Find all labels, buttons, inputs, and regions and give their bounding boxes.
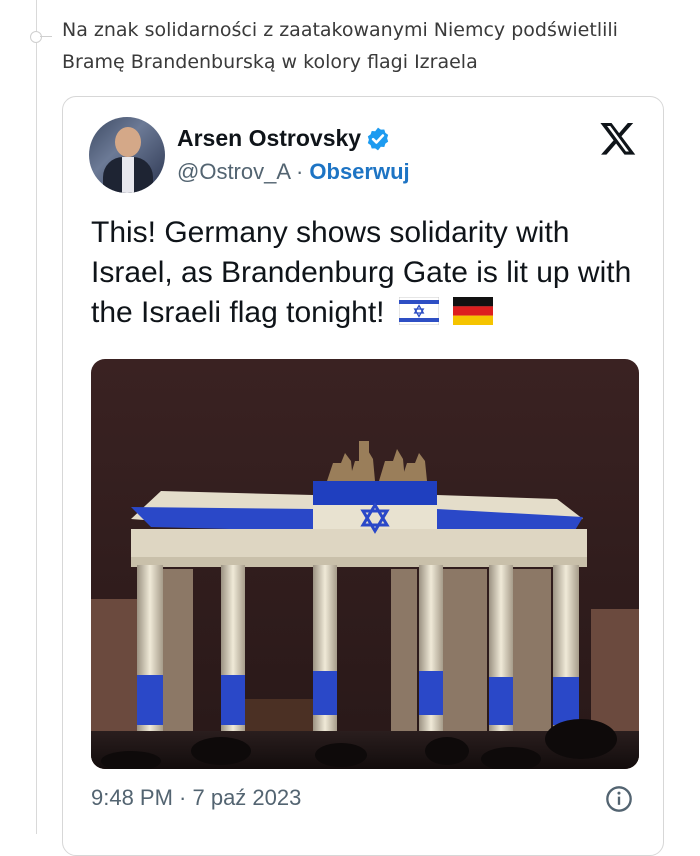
avatar[interactable] <box>89 117 165 193</box>
handle-row: @Ostrov_A · Obserwuj <box>177 159 410 185</box>
thread-connector <box>40 36 52 37</box>
author-name[interactable]: Arsen Ostrovsky <box>177 125 361 152</box>
tweet-body: This! Germany shows solidarity with Isra… <box>91 216 632 329</box>
verified-badge-icon <box>367 127 389 151</box>
comment-text: Na znak solidarności z zaatakowanymi Nie… <box>62 19 618 73</box>
brandenburg-gate-photo[interactable] <box>91 359 639 769</box>
author-handle[interactable]: @Ostrov_A <box>177 159 290 184</box>
germany-flag-icon <box>453 297 494 326</box>
info-icon[interactable] <box>605 785 633 813</box>
tweet-timestamp[interactable]: 9:48 PM · 7 paź 2023 <box>91 785 301 811</box>
tweet-text: This! Germany shows solidarity with Isra… <box>91 213 651 333</box>
x-logo-icon[interactable] <box>599 119 637 157</box>
separator: · <box>289 159 310 184</box>
thread-dot <box>30 31 42 43</box>
embedded-tweet-card[interactable]: Arsen Ostrovsky @Ostrov_A · Obserwuj Thi… <box>62 96 664 856</box>
follow-button[interactable]: Obserwuj <box>309 159 409 184</box>
thread-line <box>36 0 37 834</box>
israel-flag-icon <box>398 297 439 326</box>
